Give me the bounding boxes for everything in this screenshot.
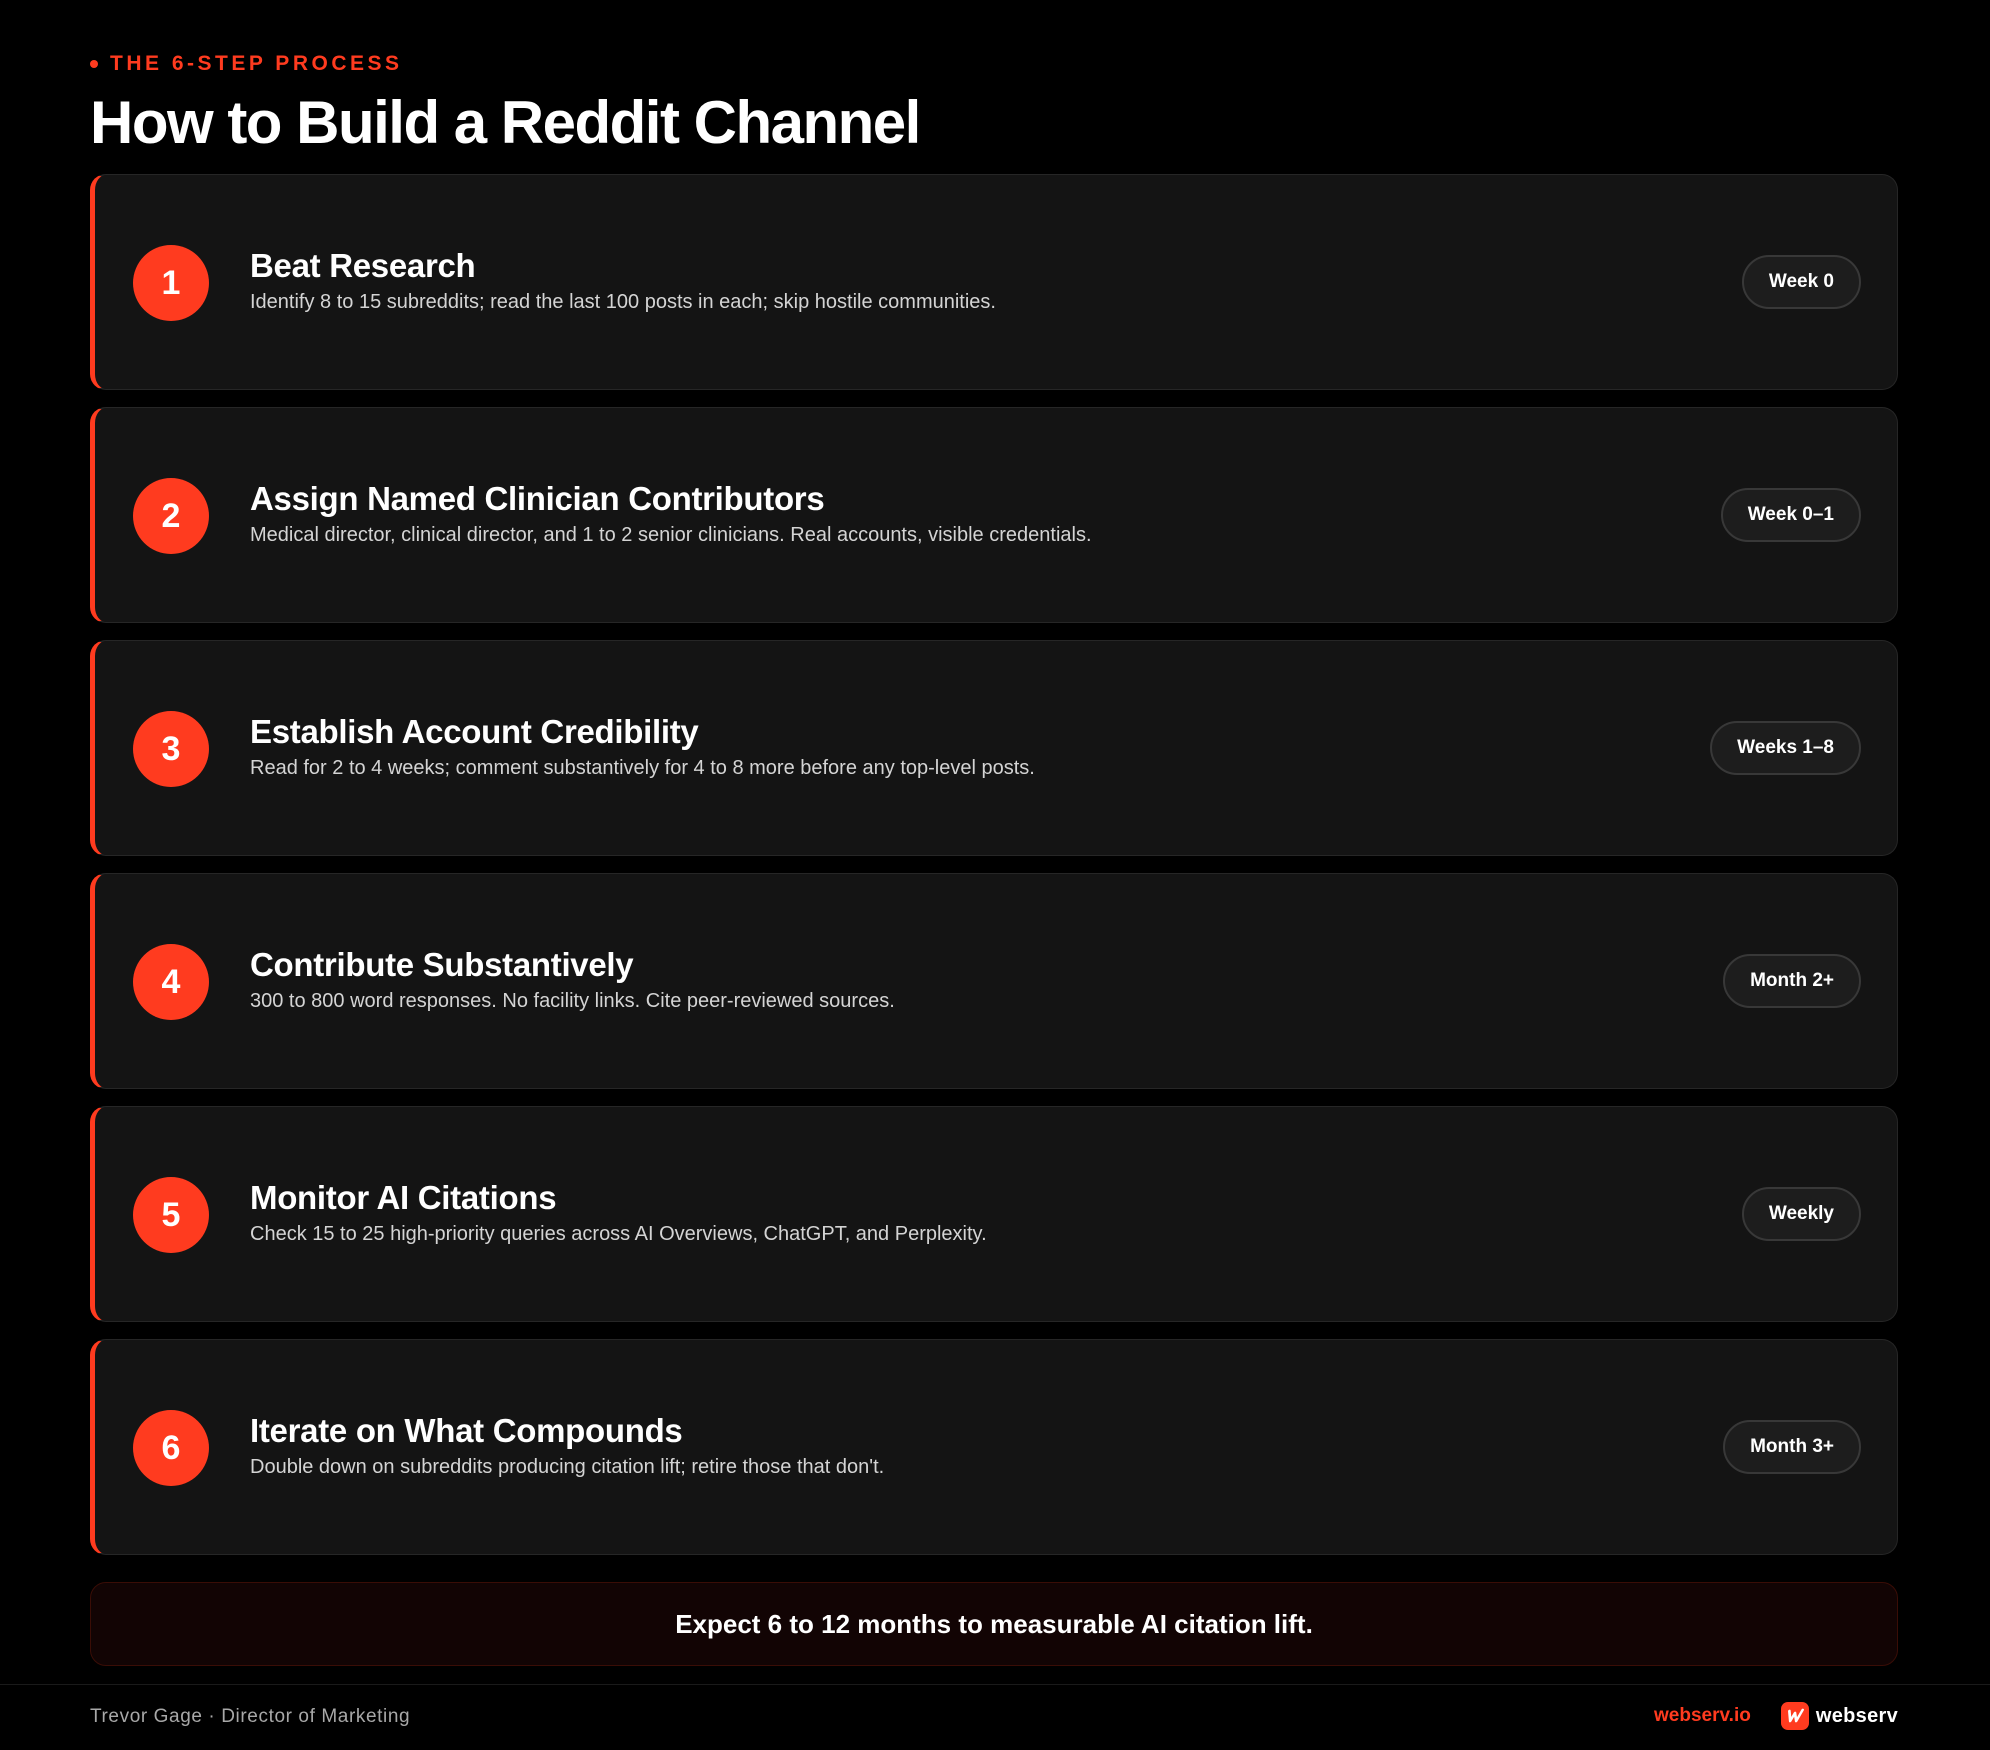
- step-timeline-badge: Month 3+: [1723, 1420, 1861, 1474]
- step-timeline-badge: Week 0–1: [1720, 488, 1861, 542]
- step-text: Beat Research Identify 8 to 15 subreddit…: [250, 247, 996, 315]
- step-card-3: 3 Establish Account Credibility Read for…: [90, 640, 1898, 856]
- step-number-badge: 3: [133, 711, 209, 787]
- step-card-4: 4 Contribute Substantively 300 to 800 wo…: [90, 873, 1898, 1089]
- step-text: Contribute Substantively 300 to 800 word…: [250, 946, 895, 1014]
- step-description: Read for 2 to 4 weeks; comment substanti…: [250, 757, 1035, 779]
- step-description: Identify 8 to 15 subreddits; read the la…: [250, 291, 996, 313]
- brand-name: webserv: [1815, 1704, 1898, 1727]
- step-title: Establish Account Credibility: [250, 713, 699, 750]
- step-number-badge: 4: [133, 944, 209, 1020]
- step-description: Check 15 to 25 high-priority queries acr…: [250, 1223, 987, 1245]
- step-timeline-badge: Month 2+: [1723, 954, 1861, 1008]
- step-title: Beat Research: [250, 247, 476, 284]
- step-card-1: 1 Beat Research Identify 8 to 15 subredd…: [90, 174, 1898, 390]
- step-title: Iterate on What Compounds: [250, 1412, 683, 1449]
- step-description: Medical director, clinical director, and…: [250, 524, 1092, 546]
- brand-logo: webserv: [1780, 1702, 1898, 1730]
- footer-divider: [0, 1684, 1990, 1685]
- step-timeline-badge: Week 0: [1741, 255, 1861, 309]
- step-timeline-badge: Weekly: [1741, 1187, 1861, 1241]
- summary-callout: Expect 6 to 12 months to measurable AI c…: [90, 1582, 1898, 1666]
- step-card-6: 6 Iterate on What Compounds Double down …: [90, 1339, 1898, 1555]
- step-text: Establish Account Credibility Read for 2…: [250, 713, 1035, 781]
- eyebrow: THE 6-STEP PROCESS: [90, 52, 403, 76]
- step-text: Iterate on What Compounds Double down on…: [250, 1412, 884, 1480]
- step-description: Double down on subreddits producing cita…: [250, 1456, 885, 1478]
- step-card-2: 2 Assign Named Clinician Contributors Me…: [90, 407, 1898, 623]
- step-title: Assign Named Clinician Contributors: [250, 480, 825, 517]
- footer-brand-area: webserv.io webserv: [1654, 1702, 1898, 1730]
- steps-list: 1 Beat Research Identify 8 to 15 subredd…: [90, 174, 1898, 1572]
- step-number-badge: 6: [133, 1410, 209, 1486]
- page-title: How to Build a Reddit Channel: [90, 89, 921, 156]
- step-number-badge: 1: [133, 245, 209, 321]
- step-text: Assign Named Clinician Contributors Medi…: [250, 480, 1092, 548]
- step-title: Monitor AI Citations: [250, 1179, 557, 1216]
- footer-website-link[interactable]: webserv.io: [1654, 1705, 1751, 1727]
- step-timeline-badge: Weeks 1–8: [1710, 721, 1861, 775]
- step-number-badge: 2: [133, 478, 209, 554]
- eyebrow-label: THE 6-STEP PROCESS: [110, 52, 403, 75]
- step-number-badge: 5: [133, 1177, 209, 1253]
- footer-author: Trevor Gage · Director of Marketing: [90, 1706, 411, 1727]
- step-text: Monitor AI Citations Check 15 to 25 high…: [250, 1179, 987, 1247]
- step-title: Contribute Substantively: [250, 946, 634, 983]
- step-card-5: 5 Monitor AI Citations Check 15 to 25 hi…: [90, 1106, 1898, 1322]
- webserv-logo-icon: [1780, 1702, 1809, 1730]
- bullet-dot-icon: [90, 60, 98, 68]
- step-description: 300 to 800 word responses. No facility l…: [250, 990, 895, 1012]
